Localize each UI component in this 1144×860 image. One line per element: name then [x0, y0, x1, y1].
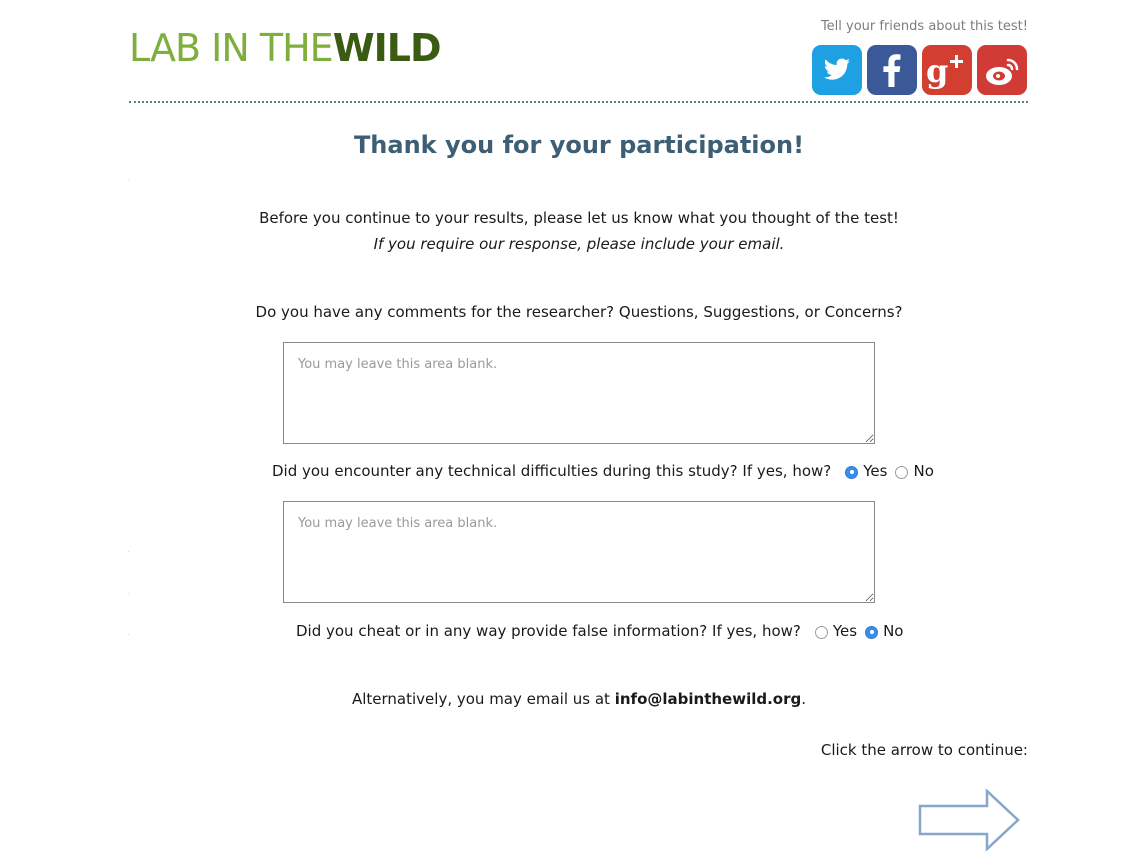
weibo-icon: [977, 45, 1027, 95]
technical-no-label: No: [913, 462, 934, 480]
cheat-no-radio[interactable]: [865, 625, 879, 639]
margin-mark: [128, 551, 129, 552]
svg-text:g: g: [926, 52, 948, 90]
intro-italic-text: If you require our response, please incl…: [373, 235, 785, 253]
share-text: Tell your friends about this test!: [820, 19, 1028, 34]
comments-textarea[interactable]: [283, 342, 875, 444]
right-arrow-icon: [918, 788, 1020, 852]
technical-difficulties-row: Did you encounter any technical difficul…: [272, 462, 934, 480]
email-suffix: .: [801, 690, 807, 708]
header-divider: [129, 101, 1028, 103]
cheat-no-label: No: [883, 622, 904, 640]
technical-difficulties-question: Did you encounter any technical difficul…: [272, 462, 832, 480]
twitter-share-button[interactable]: [812, 45, 862, 95]
weibo-share-button[interactable]: [977, 45, 1027, 95]
email-prefix: Alternatively, you may email us at: [351, 690, 615, 708]
facebook-icon: [867, 45, 917, 95]
technical-yes-radio[interactable]: [845, 465, 859, 479]
technical-no-radio[interactable]: [895, 465, 909, 479]
technical-yes-label: Yes: [863, 462, 888, 480]
comments-question: Do you have any comments for the researc…: [255, 303, 903, 321]
cheat-yes-label: Yes: [832, 622, 858, 640]
twitter-icon: [812, 45, 862, 95]
continue-text: Click the arrow to continue:: [820, 741, 1028, 759]
cheat-question: Did you cheat or in any way provide fals…: [296, 622, 801, 640]
google-plus-share-button[interactable]: g: [922, 45, 972, 95]
facebook-share-button[interactable]: [867, 45, 917, 95]
cheat-row: Did you cheat or in any way provide fals…: [296, 622, 903, 640]
margin-mark: [128, 634, 129, 635]
email-line: Alternatively, you may email us at info@…: [0, 690, 1144, 708]
logo-text-lab: LAB IN THE: [129, 26, 334, 70]
page-title: Thank you for your participation!: [353, 131, 805, 159]
technical-difficulties-textarea[interactable]: [283, 501, 875, 603]
intro-text: Before you continue to your results, ple…: [259, 209, 899, 227]
cheat-yes-radio[interactable]: [814, 625, 828, 639]
continue-arrow-button[interactable]: [918, 788, 1020, 855]
google-plus-icon: g: [922, 45, 972, 95]
margin-mark: [128, 593, 129, 594]
logo-text-wild: WILD: [332, 26, 442, 70]
site-logo[interactable]: LAB IN THEWILD: [129, 26, 442, 70]
margin-mark: [128, 180, 129, 181]
email-link[interactable]: info@labinthewild.org: [615, 690, 802, 708]
